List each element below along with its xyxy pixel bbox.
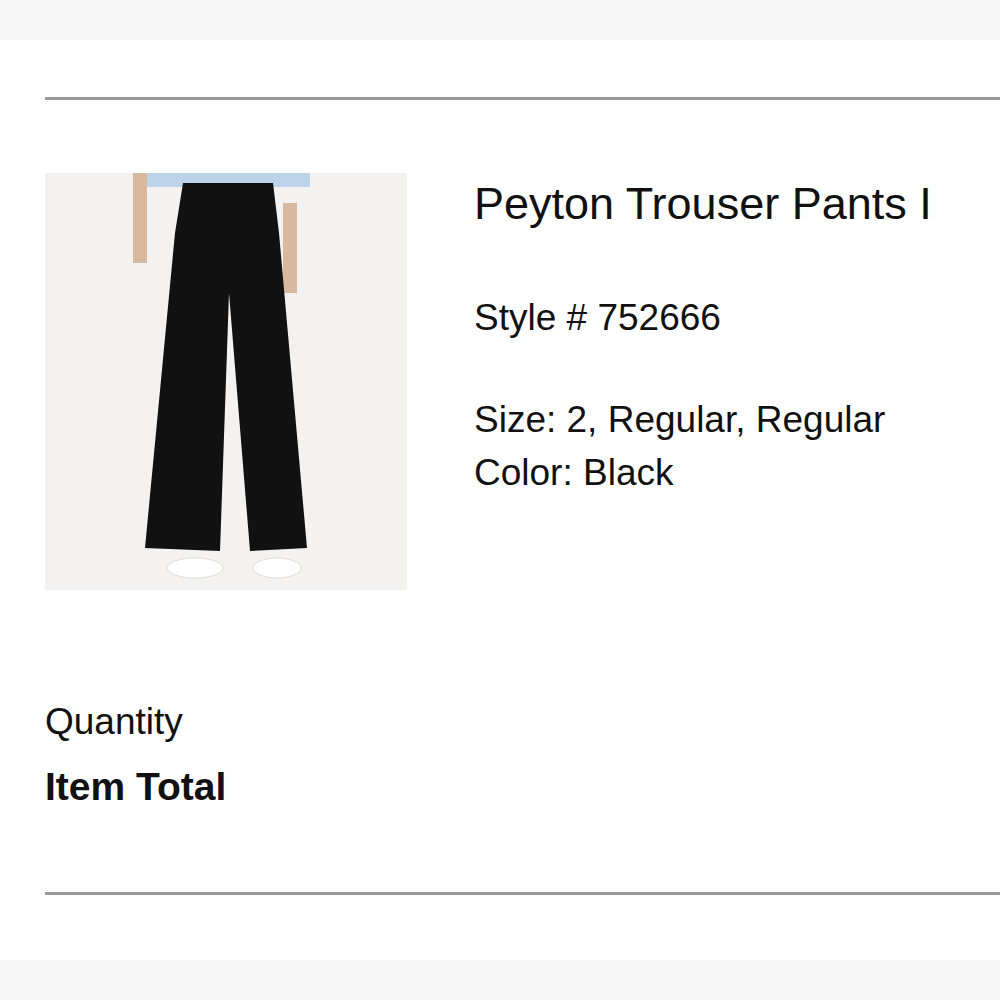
top-band [0,0,1000,40]
product-row: Peyton Trouser Pants I Style # 752666 Size… [45,173,1000,590]
quantity-label: Quantity [45,697,1000,747]
product-details: Peyton Trouser Pants I Style # 752666 Size… [474,173,932,590]
top-divider [45,97,1000,100]
style-number: Style # 752666 [474,293,932,343]
product-title[interactable]: Peyton Trouser Pants I [474,176,932,232]
size-label: Size: 2, Regular, Regular [474,393,932,446]
item-total-label: Item Total [45,762,1000,812]
order-item-page: Peyton Trouser Pants I Style # 752666 Size… [0,0,1000,1000]
color-label: Color: Black [474,446,932,499]
order-item: Peyton Trouser Pants I Style # 752666 Size… [0,40,1000,895]
bottom-divider [45,892,1000,895]
trousers-photo-icon [45,173,407,590]
product-photo[interactable] [45,173,407,590]
bottom-band [0,960,1000,1000]
